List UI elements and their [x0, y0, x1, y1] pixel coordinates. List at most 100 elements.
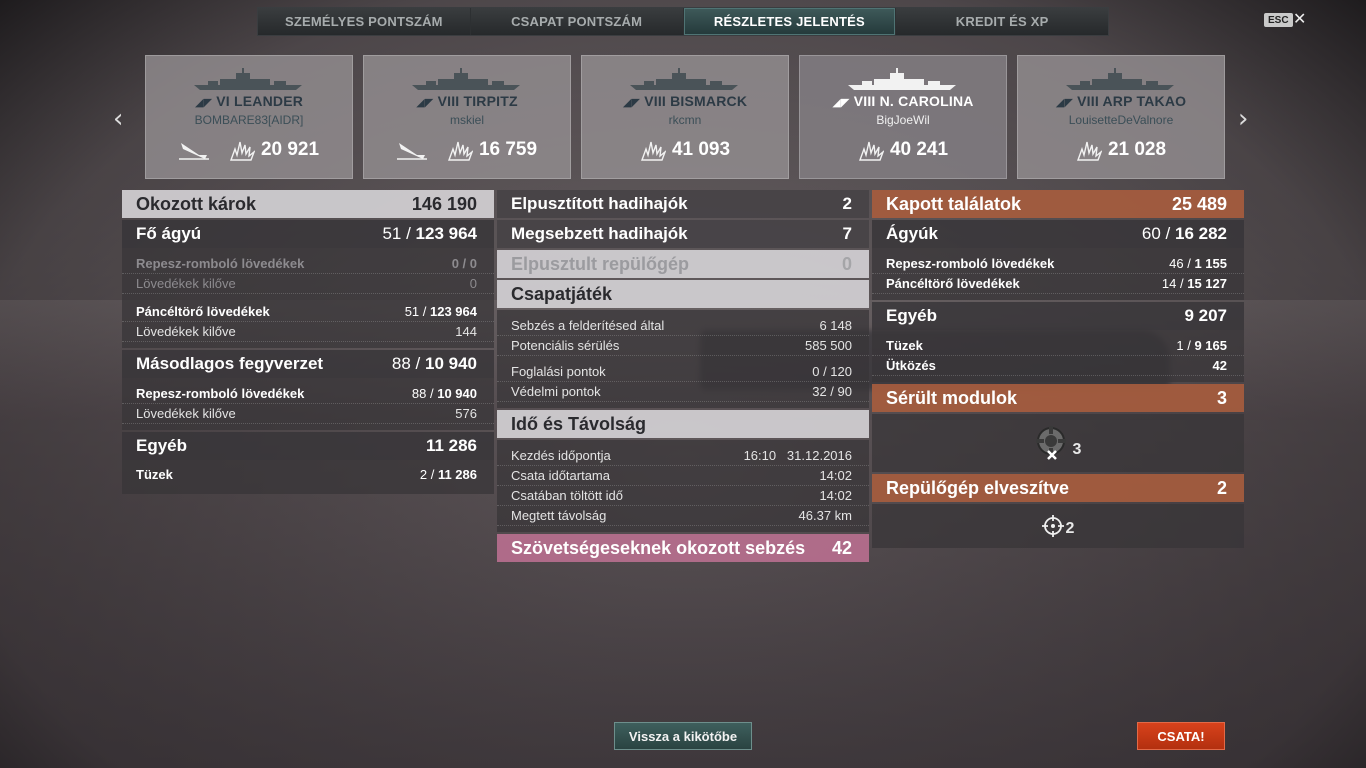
esc-key-badge[interactable]: ESC [1264, 13, 1293, 27]
damage-value: 41 093 [671, 139, 731, 160]
potential-damage-value: 585 500 [805, 338, 852, 353]
destroyed-ships-value: 2 [842, 194, 852, 213]
he-shells-total: 0 [469, 256, 477, 271]
tab-personal-score[interactable]: SZEMÉLYES PONTSZÁM [258, 8, 471, 35]
ship-class-icon: ◢◤ [622, 97, 641, 109]
he-shells-hits: 0 [451, 256, 459, 271]
close-icon[interactable]: ✕ [1293, 9, 1306, 29]
tab-team-score[interactable]: CSAPAT PONTSZÁM [470, 8, 684, 35]
planes-destroyed-label: Elpusztult repülőgép [511, 253, 689, 274]
damaged-module-icon [1035, 426, 1066, 460]
recv-other-label: Egyéb [886, 306, 938, 325]
hits-received-label: Kapott találatok [886, 193, 1022, 214]
damaged-modules-icons: 3 [872, 414, 1244, 472]
distance-row: Megtett távolság 46.37 km [497, 506, 869, 526]
ship-silhouette-icon [1066, 68, 1174, 90]
fires-label: Tüzek [136, 466, 173, 482]
teamplay-header: Csapatjáték [497, 280, 869, 308]
battle-button[interactable]: CSATA! [1137, 722, 1225, 750]
sec-fired-value: 576 [455, 406, 477, 421]
next-arrow-icon[interactable]: › [1238, 104, 1248, 134]
time-distance-label: Idő és Távolság [511, 413, 647, 434]
damaged-modules-count: 3 [1072, 441, 1082, 458]
recv-ap-label: Páncéltörő lövedékek [886, 276, 1020, 291]
damaged-ships-value: 7 [842, 224, 852, 243]
card-stats: 21 028 [1018, 139, 1224, 161]
ap-fired-label: Lövedékek kilőve [136, 324, 236, 339]
sec-he-total: 10 940 [437, 386, 477, 401]
sec-fired-row: Lövedékek kilőve 576 [122, 404, 494, 424]
ship-name-text: VIII ARP TAKAO [1077, 93, 1187, 109]
ship-silhouette-icon [630, 68, 738, 90]
time-in-battle-row: Csatában töltött idő 14:02 [497, 486, 869, 506]
damage-value: 20 921 [260, 139, 320, 160]
sec-he-label: Repesz-romboló lövedékek [136, 386, 305, 401]
back-to-port-button[interactable]: Vissza a kikötőbe [614, 722, 752, 750]
tab-credits-xp[interactable]: KREDIT ÉS XP [896, 8, 1108, 35]
damage-value: 16 759 [478, 139, 538, 160]
recv-ap-total: 15 127 [1187, 276, 1227, 291]
other-label: Egyéb [136, 436, 188, 455]
recv-he-hits: 46 [1169, 256, 1184, 271]
planes-lost-count: 2 [1065, 520, 1075, 537]
ship-class-icon: ◢◤ [416, 97, 434, 109]
tab-detailed-report[interactable]: RÉSZLETES JELENTÉS [683, 8, 897, 35]
player-name: BOMBARE83[AIDR] [194, 113, 304, 127]
he-shells-row: Repesz-romboló lövedékek 0 / 0 [122, 254, 494, 274]
distance-value: 46.37 km [798, 508, 852, 523]
card-stats: 16 759 [364, 139, 570, 161]
time-in-battle-label: Csatában töltött idő [511, 488, 624, 503]
ship-name: ◢◤ VI LEANDER [146, 93, 352, 109]
ship-card[interactable]: ◢◤ VIII TIRPITZ mskiel 16 759 [363, 55, 571, 179]
ship-name: ◢◤ VIII BISMARCK [582, 93, 788, 109]
ship-card[interactable]: ◢◤ VIII BISMARCK rkcmn 41 093 [581, 55, 789, 179]
ship-name-text: VIII N. CAROLINA [853, 93, 974, 109]
planes-destroyed-row: Elpusztult repülőgép 0 [497, 250, 869, 278]
damaged-modules-header: Sérült modulok 3 [872, 384, 1244, 412]
ramming-row: Ütközés 42 [872, 356, 1244, 376]
planes-lost-header: Repülőgép elveszítve 2 [872, 474, 1244, 502]
start-time-value: 16:10 31.12.2016 [743, 448, 852, 463]
teamplay-label: Csapatjáték [511, 283, 613, 304]
damage-value: 21 028 [1107, 139, 1167, 160]
guns-row: Ágyúk 60 / 16 282 [872, 220, 1244, 248]
sinking-ship-icon [396, 143, 427, 160]
damaged-modules-label: Sérült modulok [886, 387, 1018, 408]
he-fired-value: 0 [469, 276, 477, 291]
ally-damage-value: 42 [831, 537, 852, 558]
crosshair-icon [1041, 515, 1064, 537]
secondary-total: 10 940 [425, 354, 477, 373]
prev-arrow-icon[interactable]: ‹ [113, 104, 123, 134]
ship-name: ◢◤ VIII N. CAROLINA [800, 93, 1006, 109]
ship-name-text: VIII TIRPITZ [437, 93, 518, 109]
ap-shells-row: Páncéltörő lövedékek 51 / 123 964 [122, 302, 494, 322]
guns-group: Repesz-romboló lövedékek 46 / 1 155 Pánc… [872, 248, 1244, 300]
he-fired-row: Lövedékek kilőve 0 [122, 274, 494, 294]
main-battery-group: Repesz-romboló lövedékek 0 / 0 Lövedékek… [122, 248, 494, 348]
card-stats: 20 921 [146, 139, 352, 161]
ship-card[interactable]: ◢◤ VI LEANDER BOMBARE83[AIDR] 20 921 [145, 55, 353, 179]
ship-class-icon: ◢◤ [1055, 97, 1074, 109]
ship-silhouette-icon [412, 68, 520, 90]
guns-hits: 60 [1141, 224, 1161, 243]
recv-he-row: Repesz-romboló lövedékek 46 / 1 155 [872, 254, 1244, 274]
ally-damage-label: Szövetségeseknek okozott sebzés [511, 537, 806, 558]
ship-card[interactable]: ◢◤ VIII N. CAROLINA BigJoeWil 40 241 [799, 55, 1007, 179]
potential-damage-label: Potenciális sérülés [511, 338, 620, 353]
sec-he-row: Repesz-romboló lövedékek 88 / 10 940 [122, 384, 494, 404]
explosion-icon [229, 141, 255, 161]
ship-card[interactable]: ◢◤ VIII ARP TAKAO LouisetteDeValnore 21 028 [1017, 55, 1225, 179]
potential-damage-row: Potenciális sérülés 585 500 [497, 336, 869, 356]
ramming-value: 42 [1212, 358, 1227, 373]
sinking-ship-icon [178, 143, 209, 160]
defense-points-label: Védelmi pontok [511, 384, 601, 399]
capture-points-row: Foglalási pontok 0 / 120 [497, 362, 869, 382]
ap-shells-total: 123 964 [430, 304, 477, 319]
other-group: Tüzek 2 / 11 286 [122, 460, 494, 494]
recv-fires-label: Tüzek [886, 338, 923, 353]
recv-fires-row: Tüzek 1 / 9 165 [872, 336, 1244, 356]
recv-ap-row: Páncéltörő lövedékek 14 / 15 127 [872, 274, 1244, 294]
explosion-icon [858, 141, 884, 161]
sec-fired-label: Lövedékek kilőve [136, 406, 236, 421]
recv-ap-hits: 14 [1161, 276, 1177, 291]
